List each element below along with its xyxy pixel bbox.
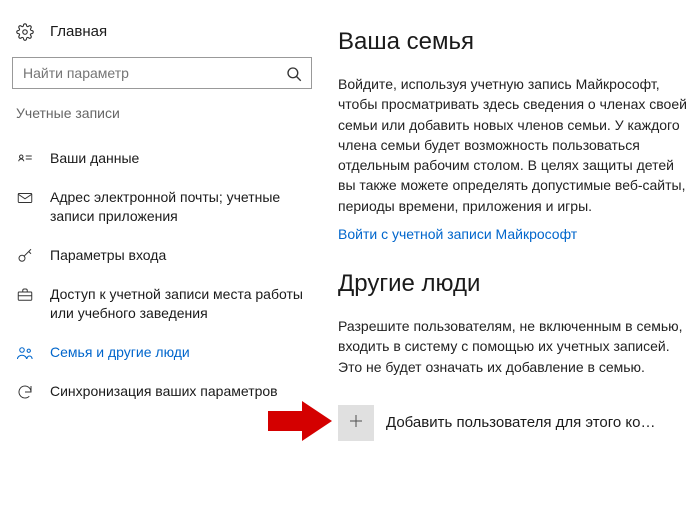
search-icon [285,65,303,83]
sidebar-item-sync[interactable]: Синхронизация ваших параметров [12,372,312,411]
family-description: Войдите, используя учетную запись Майкро… [338,74,690,216]
sidebar-item-label: Семья и другие люди [50,343,306,362]
family-heading: Ваша семья [338,28,690,56]
sidebar-item-email-accounts[interactable]: Адрес электронной почты; учетные записи … [12,178,312,236]
sidebar-item-your-info[interactable]: Ваши данные [12,139,312,178]
sidebar-item-family[interactable]: Семья и другие люди [12,333,312,372]
sidebar-item-label: Синхронизация ваших параметров [50,382,306,401]
sidebar-item-label: Адрес электронной почты; учетные записи … [50,188,306,226]
sidebar-item-label: Доступ к учетной записи места работы или… [50,285,306,323]
signin-link[interactable]: Войти с учетной записи Майкрософт [338,226,577,242]
briefcase-icon [16,286,34,304]
settings-sidebar: Главная Учетные записи Ваши данные [0,0,320,528]
home-nav[interactable]: Главная [12,18,312,51]
plus-icon [347,410,365,436]
sync-icon [16,383,34,401]
others-heading: Другие люди [338,270,690,298]
annotation-arrow [268,401,332,441]
people-icon [16,344,34,362]
search-input[interactable] [21,64,285,82]
key-icon [16,247,34,265]
section-label: Учетные записи [16,105,312,121]
add-user-button[interactable] [338,405,374,441]
others-description: Разрешите пользователям, не включенным в… [338,316,690,377]
home-label: Главная [50,23,107,40]
search-box[interactable] [12,57,312,89]
add-user-label: Добавить пользователя для этого компь… [386,414,656,431]
sidebar-item-work-access[interactable]: Доступ к учетной записи места работы или… [12,275,312,333]
person-card-icon [16,150,34,168]
sidebar-item-label: Параметры входа [50,246,306,265]
sidebar-item-label: Ваши данные [50,149,306,168]
mail-icon [16,189,34,207]
add-user-row[interactable]: Добавить пользователя для этого компь… [338,405,690,441]
gear-icon [16,23,34,41]
settings-content: Ваша семья Войдите, используя учетную за… [320,0,700,528]
sidebar-item-signin-options[interactable]: Параметры входа [12,236,312,275]
